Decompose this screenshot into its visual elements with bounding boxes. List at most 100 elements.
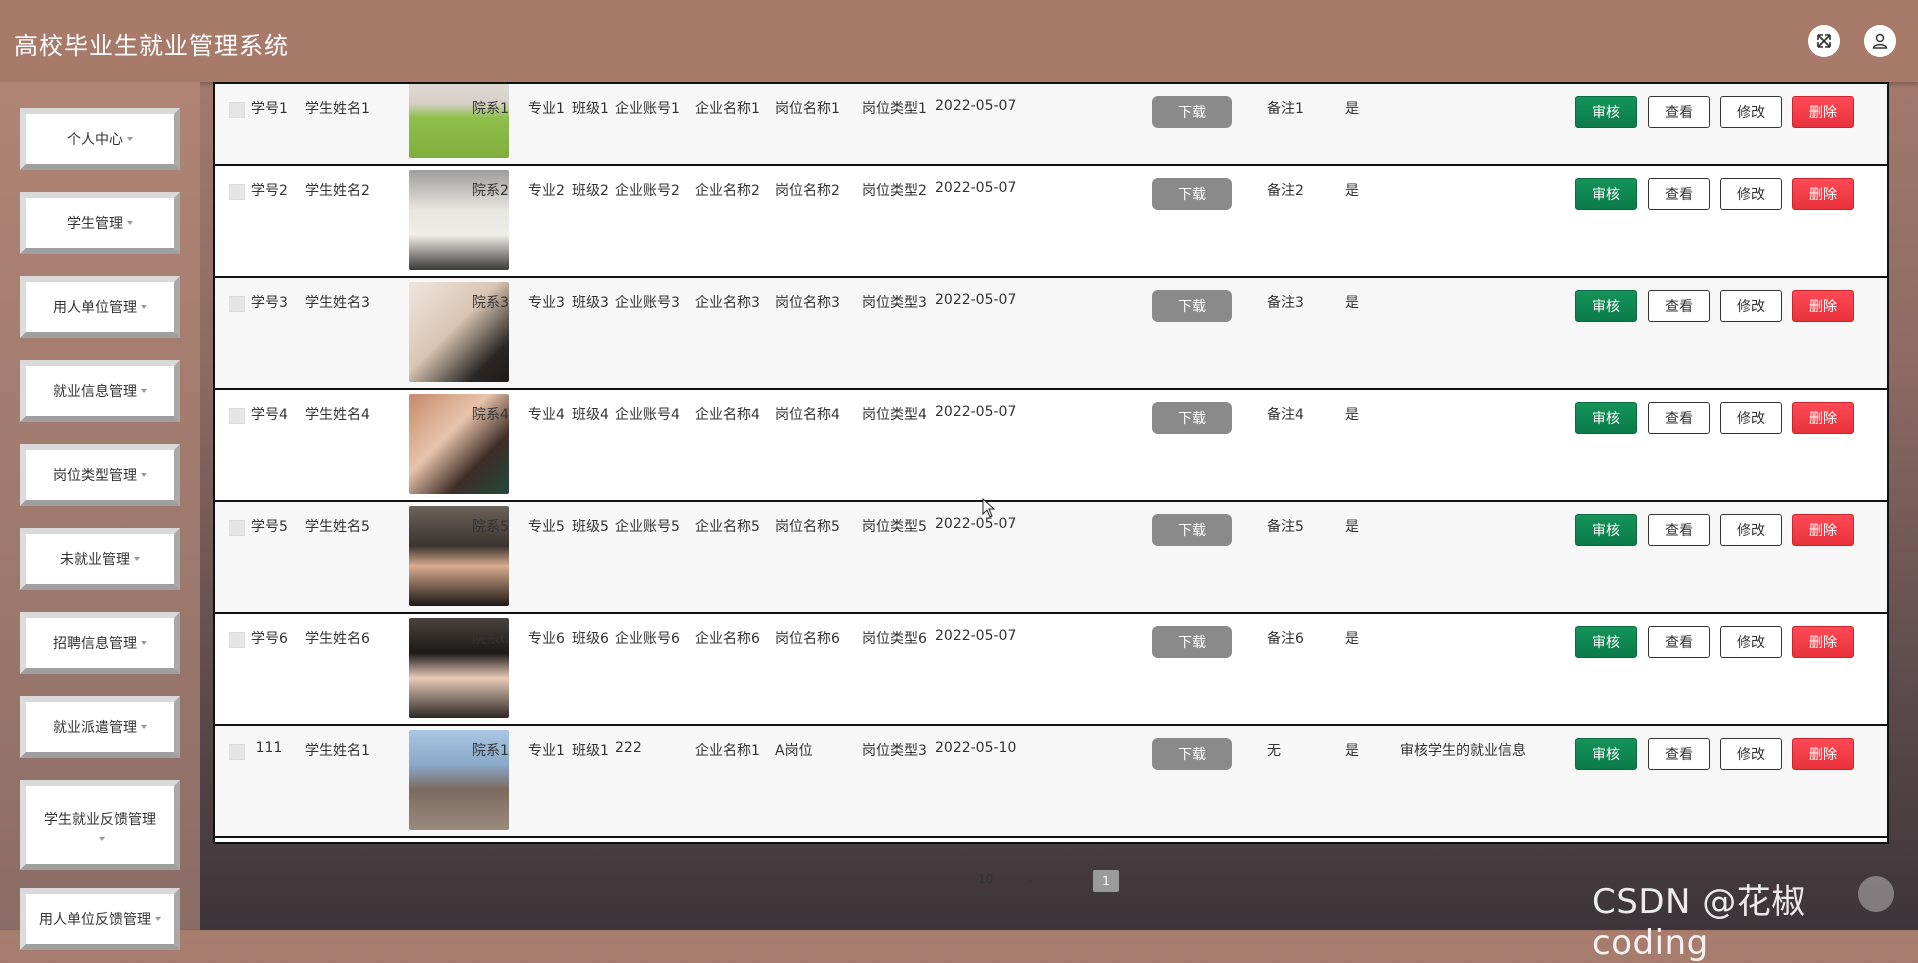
cell-dept: 院系5 [472,519,509,535]
cell-major: 专业4 [528,407,565,423]
cell-id: 学号2 [251,183,288,199]
table-row: 学号4 学生姓名4 院系4 专业4 班级4 企业账号4 企业名称4 岗位名称4 岗位类型4 202… [215,390,1887,502]
view-button[interactable]: 查看 [1648,402,1710,434]
sidebar-item-8[interactable]: 就业派遣管理 [20,696,180,758]
cell-ptype: 岗位类型3 [862,743,927,759]
sidebar-item-10[interactable]: 用人单位反馈管理 [20,888,180,950]
cell-major: 专业5 [528,519,565,535]
cell-reply: 审核学生的就业信息 [1400,743,1526,759]
sidebar-item-label: 用人单位反馈管理 [39,912,151,928]
download-button[interactable]: 下载 [1152,178,1232,210]
cell-id: 学号6 [251,631,288,647]
cell-company: 企业名称3 [695,295,760,311]
sidebar-item-5[interactable]: 岗位类型管理 [20,444,180,506]
review-button[interactable]: 审核 [1575,626,1637,658]
table-row: 学号5 学生姓名5 院系5 专业5 班级5 企业账号5 企业名称5 岗位名称5 岗位类型5 202… [215,502,1887,614]
row-checkbox[interactable] [229,520,245,536]
cell-class: 班级5 [572,519,609,535]
review-button[interactable]: 审核 [1575,290,1637,322]
cell-note: 备注2 [1267,183,1304,199]
page-size-value: 10 [978,872,994,886]
cell-ptype: 岗位类型1 [862,101,927,117]
view-button[interactable]: 查看 [1648,626,1710,658]
edit-button[interactable]: 修改 [1720,514,1782,546]
table-row: 学号3 学生姓名3 院系3 专业3 班级3 企业账号3 企业名称3 岗位名称3 岗位类型3 202… [215,278,1887,390]
review-button[interactable]: 审核 [1575,178,1637,210]
download-button[interactable]: 下载 [1152,626,1232,658]
edit-button[interactable]: 修改 [1720,96,1782,128]
row-checkbox[interactable] [229,632,245,648]
cell-note: 备注6 [1267,631,1304,647]
fullscreen-button[interactable] [1808,25,1840,57]
sidebar-item-6[interactable]: 未就业管理 [20,528,180,590]
cell-flag: 是 [1345,295,1359,311]
app-header: 高校毕业生就业管理系统 [0,0,1918,82]
page-number-current[interactable]: 1 [1093,870,1119,892]
sidebar-item-4[interactable]: 就业信息管理 [20,360,180,422]
cell-class: 班级1 [572,743,609,759]
view-button[interactable]: 查看 [1648,738,1710,770]
watermark: CSDN @花椒coding [1592,882,1806,963]
edit-button[interactable]: 修改 [1720,178,1782,210]
caret-down-icon [141,389,147,393]
sidebar-item-1[interactable]: 个人中心 [20,108,180,170]
cell-name: 学生姓名6 [305,631,370,647]
cell-class: 班级3 [572,295,609,311]
row-checkbox[interactable] [229,102,245,118]
row-checkbox[interactable] [229,744,245,760]
delete-button[interactable]: 删除 [1792,738,1854,770]
row-checkbox[interactable] [229,296,245,312]
edit-button[interactable]: 修改 [1720,738,1782,770]
cell-dept: 院系4 [472,407,509,423]
user-button[interactable] [1864,25,1896,57]
delete-button[interactable]: 删除 [1792,290,1854,322]
download-button[interactable]: 下载 [1152,738,1232,770]
row-checkbox[interactable] [229,184,245,200]
caret-down-icon [134,557,140,561]
delete-button[interactable]: 删除 [1792,626,1854,658]
edit-button[interactable]: 修改 [1720,626,1782,658]
view-button[interactable]: 查看 [1648,514,1710,546]
sidebar-item-9[interactable]: 学生就业反馈管理 [20,780,180,870]
delete-button[interactable]: 删除 [1792,96,1854,128]
cell-post: 岗位名称4 [775,407,840,423]
page-size-select[interactable]: 10 ⌄ [978,872,1035,886]
sidebar-item-label: 个人中心 [67,132,123,148]
sidebar-item-2[interactable]: 学生管理 [20,192,180,254]
cell-name: 学生姓名2 [305,183,370,199]
delete-button[interactable]: 删除 [1792,178,1854,210]
download-button[interactable]: 下载 [1152,290,1232,322]
delete-button[interactable]: 删除 [1792,514,1854,546]
cell-major: 专业2 [528,183,565,199]
sidebar-item-label: 岗位类型管理 [53,468,137,484]
cell-class: 班级6 [572,631,609,647]
download-button[interactable]: 下载 [1152,96,1232,128]
student-photo[interactable] [409,84,509,158]
cell-acct: 企业账号6 [615,631,680,647]
view-button[interactable]: 查看 [1648,178,1710,210]
download-button[interactable]: 下载 [1152,402,1232,434]
edit-button[interactable]: 修改 [1720,290,1782,322]
cell-ptype: 岗位类型3 [862,295,927,311]
cell-flag: 是 [1345,101,1359,117]
review-button[interactable]: 审核 [1575,402,1637,434]
cell-major: 专业3 [528,295,565,311]
view-button[interactable]: 查看 [1648,96,1710,128]
sidebar-item-3[interactable]: 用人单位管理 [20,276,180,338]
download-button[interactable]: 下载 [1152,514,1232,546]
edit-button[interactable]: 修改 [1720,402,1782,434]
app-title: 高校毕业生就业管理系统 [14,32,289,60]
caret-down-icon [141,473,147,477]
review-button[interactable]: 审核 [1575,96,1637,128]
review-button[interactable]: 审核 [1575,738,1637,770]
sidebar: 个人中心学生管理用人单位管理 就业信息管理岗位类型管理未就业管理招聘信息管理 就业派… [0,82,200,950]
sidebar-item-7[interactable]: 招聘信息管理 [20,612,180,674]
delete-button[interactable]: 删除 [1792,402,1854,434]
user-icon [1872,33,1888,49]
cell-acct: 企业账号2 [615,183,680,199]
cell-flag: 是 [1345,407,1359,423]
view-button[interactable]: 查看 [1648,290,1710,322]
cell-name: 学生姓名4 [305,407,370,423]
review-button[interactable]: 审核 [1575,514,1637,546]
row-checkbox[interactable] [229,408,245,424]
